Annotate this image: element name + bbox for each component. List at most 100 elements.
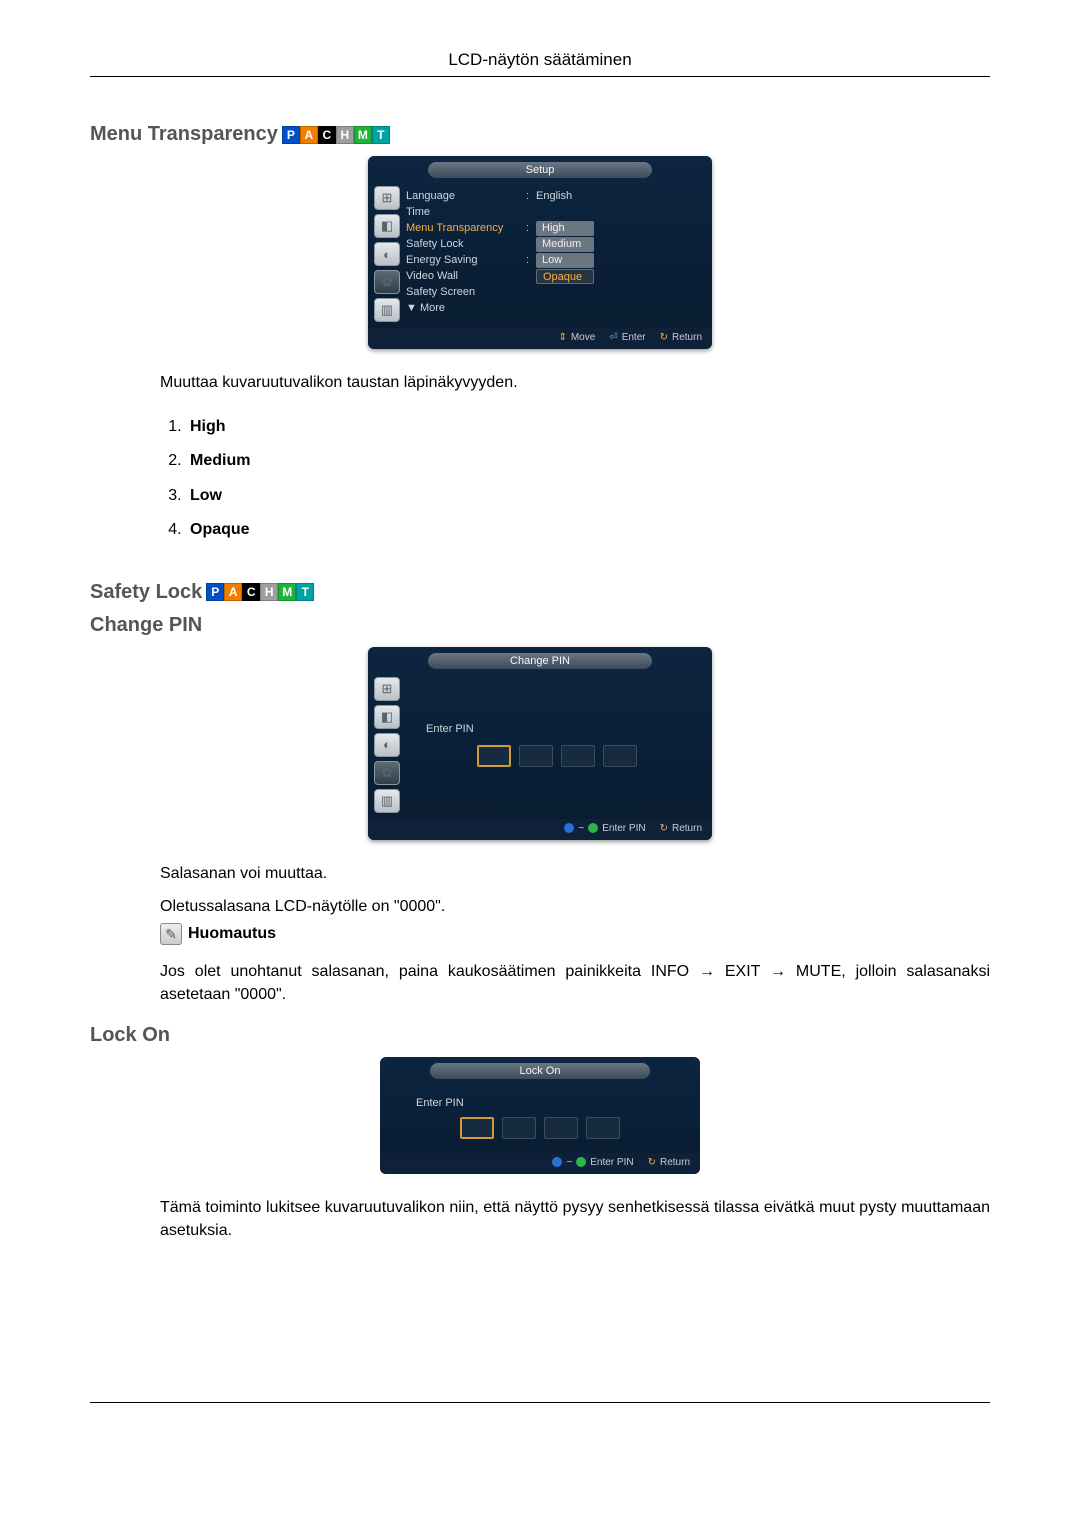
header-rule (90, 76, 990, 77)
note-row: ✎ Huomautus (160, 922, 990, 945)
heading-text: Menu Transparency (90, 123, 278, 146)
pin-boxes (477, 745, 637, 767)
osd-value: English (536, 190, 706, 202)
foot-move: Move (571, 332, 595, 343)
osd-setup-panel: Setup ⊞ ◧ ◐ ✿ ▥ Language : English Time (368, 156, 712, 349)
pin-box-2[interactable] (502, 1117, 536, 1139)
osd-lock-on-panel: Lock On Enter PIN ~Enter PIN ↻Return (380, 1057, 700, 1174)
enter-icon: ⏎ (609, 332, 617, 343)
osd-footer: ~Enter PIN ↻Return (368, 819, 712, 840)
osd-colon: : (526, 190, 536, 202)
osd-icon-picture[interactable]: ◧ (374, 705, 400, 729)
heading-text: Safety Lock (90, 581, 202, 604)
return-icon: ↻ (660, 332, 668, 343)
badge-m: M (354, 126, 372, 144)
osd-label: Video Wall (406, 270, 526, 282)
osd-row-time[interactable]: Time (406, 204, 706, 220)
badge-a: A (300, 126, 318, 144)
osd-label: Menu Transparency (406, 222, 526, 234)
num-key-9-icon (576, 1157, 586, 1167)
osd-icon-sound[interactable]: ◐ (374, 242, 400, 266)
osd-popup-medium[interactable]: Medium (536, 237, 594, 252)
note-icon: ✎ (160, 923, 182, 945)
osd-row-menu-transparency[interactable]: Menu Transparency : High (406, 220, 706, 236)
num-key-0-icon (552, 1157, 562, 1167)
pin-box-3[interactable] (544, 1117, 578, 1139)
list-item: High (186, 412, 990, 446)
osd-title: Setup (428, 162, 652, 178)
osd-row-video-wall[interactable]: Video Wall Opaque (406, 268, 706, 284)
osd-row-safety-lock[interactable]: Safety Lock Medium (406, 236, 706, 252)
move-icon: ⇕ (558, 332, 566, 343)
osd-popup-high[interactable]: High (536, 221, 594, 236)
osd-title: Lock On (430, 1063, 650, 1079)
osd-label: Energy Saving (406, 254, 526, 266)
osd-footer: ~Enter PIN ↻Return (380, 1153, 700, 1174)
section-safety-lock-heading: Safety Lock P A C H M T (90, 581, 990, 604)
osd-row-energy-saving[interactable]: Energy Saving : Low (406, 252, 706, 268)
change-pin-para2: Oletussalasana LCD-näytölle on "0000". (160, 895, 990, 918)
osd-popup-low[interactable]: Low (536, 253, 594, 268)
badge-c: C (318, 126, 336, 144)
foot-enter-pin: Enter PIN (602, 823, 645, 834)
list-item: Medium (186, 446, 990, 480)
menu-transparency-description: Muuttaa kuvaruutuvalikon taustan läpinäk… (160, 371, 990, 394)
badge-p: P (282, 126, 300, 144)
section-lock-on-heading: Lock On (90, 1024, 990, 1047)
badge-c: C (242, 583, 260, 601)
osd-label: ▼ More (406, 302, 526, 314)
num-key-0-icon (564, 823, 574, 833)
osd-icon-input[interactable]: ⊞ (374, 186, 400, 210)
foot-enter: Enter (622, 332, 646, 343)
section-change-pin-heading: Change PIN (90, 614, 990, 637)
osd-icon-setup[interactable]: ✿ (374, 270, 400, 294)
badge-m: M (278, 583, 296, 601)
osd-row-more[interactable]: ▼ More (406, 300, 706, 316)
menu-transparency-options: High Medium Low Opaque (186, 412, 990, 549)
pin-box-3[interactable] (561, 745, 595, 767)
badge-group: P A C H M T (282, 126, 390, 144)
pin-box-2[interactable] (519, 745, 553, 767)
osd-sidebar-icons: ⊞ ◧ ◐ ✿ ▥ (374, 677, 400, 813)
osd-icon-sound[interactable]: ◐ (374, 733, 400, 757)
foot-return: Return (672, 332, 702, 343)
osd-row-language[interactable]: Language : English (406, 188, 706, 204)
osd-footer: ⇕ Move ⏎ Enter ↻ Return (368, 328, 712, 349)
pin-boxes (460, 1117, 620, 1139)
pin-box-4[interactable] (603, 745, 637, 767)
osd-popup-opaque[interactable]: Opaque (536, 269, 594, 284)
change-pin-para1: Salasanan voi muuttaa. (160, 862, 990, 885)
section-menu-transparency-heading: Menu Transparency P A C H M T (90, 123, 990, 146)
change-pin-note-text: Jos olet unohtanut salasanan, paina kauk… (160, 960, 990, 1006)
osd-rows: Language : English Time Menu Transparenc… (406, 186, 706, 322)
pin-box-1[interactable] (477, 745, 511, 767)
osd-icon-input[interactable]: ⊞ (374, 677, 400, 701)
osd-label: Time (406, 206, 526, 218)
enter-pin-label: Enter PIN (416, 1097, 464, 1109)
osd-label: Safety Lock (406, 238, 526, 250)
osd-icon-picture[interactable]: ◧ (374, 214, 400, 238)
osd-icon-setup[interactable]: ✿ (374, 761, 400, 785)
osd-colon: : (526, 254, 536, 266)
osd-row-safety-screen[interactable]: Safety Screen (406, 284, 706, 300)
osd-change-pin-panel: Change PIN ⊞ ◧ ◐ ✿ ▥ Enter PIN ~Enter PI… (368, 647, 712, 840)
list-item: Opaque (186, 515, 990, 549)
pin-box-1[interactable] (460, 1117, 494, 1139)
osd-label: Safety Screen (406, 286, 526, 298)
osd-icon-multi[interactable]: ▥ (374, 298, 400, 322)
osd-colon: : (526, 222, 536, 234)
enter-pin-label: Enter PIN (426, 723, 474, 735)
header-title: LCD-näytön säätäminen (90, 50, 990, 76)
foot-return: Return (672, 823, 702, 834)
badge-h: H (260, 583, 278, 601)
osd-sidebar-icons: ⊞ ◧ ◐ ✿ ▥ (374, 186, 400, 322)
osd-icon-multi[interactable]: ▥ (374, 789, 400, 813)
osd-title: Change PIN (428, 653, 652, 669)
badge-t: T (372, 126, 390, 144)
list-item: Low (186, 481, 990, 515)
badge-p: P (206, 583, 224, 601)
foot-return: Return (660, 1157, 690, 1168)
badge-h: H (336, 126, 354, 144)
return-icon: ↻ (648, 1157, 656, 1168)
pin-box-4[interactable] (586, 1117, 620, 1139)
